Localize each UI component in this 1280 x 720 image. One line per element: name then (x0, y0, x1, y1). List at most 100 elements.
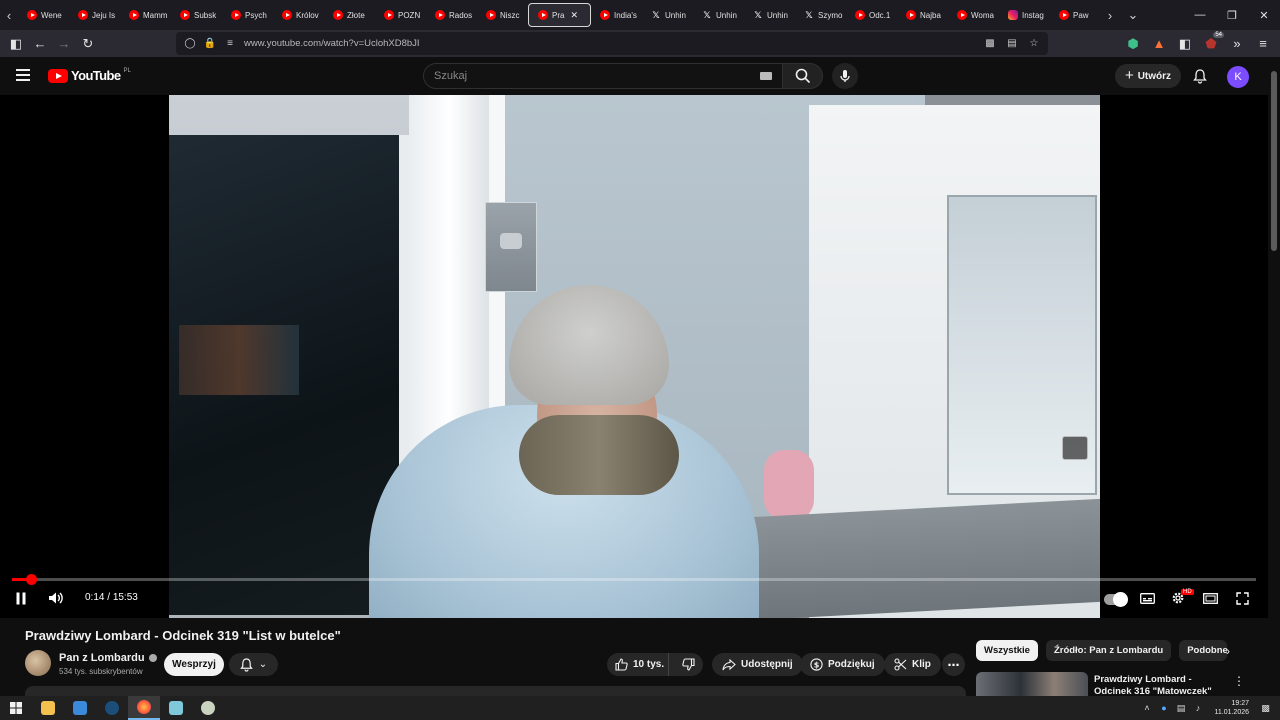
pause-button[interactable] (10, 586, 32, 610)
reload-icon[interactable]: ↻ (76, 30, 100, 57)
browser-tab[interactable]: Pra ✕ (528, 3, 591, 27)
hamburger-menu-icon[interactable]: ≡ (1252, 30, 1274, 57)
speaker-icon[interactable]: ♪ (1191, 702, 1204, 715)
more-actions-button[interactable]: ⋯ (942, 653, 965, 676)
tray-app-icon[interactable]: ● (1157, 702, 1170, 715)
youtube-logo[interactable]: YouTube PL (48, 68, 131, 83)
tracking-shield-icon[interactable]: ◯ (180, 38, 200, 49)
description-box[interactable] (25, 686, 966, 696)
subtitles-button[interactable] (1137, 586, 1157, 610)
recommended-menu-icon[interactable]: ⋮ (1233, 674, 1245, 688)
system-tray: ˄ ● ▤ ♪ 19:27 11.01.2026 ▩ (1140, 696, 1280, 720)
bookmark-star-icon[interactable]: ☆ (1024, 38, 1044, 49)
browser-tab[interactable]: India's (591, 3, 642, 27)
tabs-scroll-left-button[interactable]: ‹ (0, 0, 18, 30)
reader-view-icon[interactable]: ▤ (1002, 38, 1022, 49)
taskbar-app-5[interactable] (160, 696, 192, 720)
overflow-menu-icon[interactable]: » (1226, 30, 1248, 57)
browser-tab[interactable]: Woma (948, 3, 999, 27)
browser-tab[interactable]: Królov (273, 3, 324, 27)
taskbar-firefox[interactable] (128, 696, 160, 720)
browser-tab[interactable]: Odc.1 (846, 3, 897, 27)
close-tab-icon[interactable]: ✕ (570, 10, 578, 21)
browser-tab[interactable]: POZN (375, 3, 426, 27)
restore-icon[interactable]: ❐ (1216, 0, 1248, 30)
back-icon[interactable]: ← (28, 30, 52, 57)
taskbar-clock[interactable]: 19:27 11.01.2026 (1214, 699, 1249, 717)
tray-chevron-up-icon[interactable]: ˄ (1140, 702, 1153, 715)
progress-scrubber[interactable] (26, 574, 37, 585)
product-overlay-icon[interactable] (1062, 436, 1088, 460)
recommended-title[interactable]: Prawdziwy Lombard - Odcinek 316 "Matowcz… (1094, 674, 1219, 696)
support-button[interactable]: Wesprzyj (164, 653, 224, 676)
browser-tab[interactable]: Psych (222, 3, 273, 27)
fullscreen-button[interactable] (1232, 586, 1252, 610)
share-button[interactable]: Udostępnij (712, 653, 803, 676)
taskbar-remote-desktop[interactable] (64, 696, 96, 720)
browser-tab[interactable]: 𝕏 Unhin (744, 3, 795, 27)
taskbar-steam[interactable] (96, 696, 128, 720)
like-button[interactable]: 10 tys. (607, 653, 669, 676)
fox-extension-icon[interactable]: ▲ (1148, 30, 1170, 57)
picture-in-picture-icon[interactable]: ▩ (980, 38, 1000, 49)
chip-from-channel[interactable]: Źródło: Pan z Lombardu (1045, 640, 1172, 661)
guide-menu-icon[interactable] (16, 69, 30, 81)
notifications-button[interactable] (1190, 65, 1210, 87)
browser-tab[interactable]: 𝕏 Unhin (642, 3, 693, 27)
recommended-thumbnail[interactable] (976, 672, 1088, 696)
search-button[interactable] (783, 63, 823, 89)
taskbar-file-explorer[interactable] (32, 696, 64, 720)
browser-tab[interactable]: Rados (426, 3, 477, 27)
chips-next-icon[interactable]: › (1218, 640, 1238, 661)
notification-settings-button[interactable]: ⌄ (229, 653, 278, 676)
tab-list-dropdown-button[interactable]: ⌄ (1119, 0, 1147, 30)
forward-icon[interactable]: → (52, 30, 76, 57)
shield-extension-icon[interactable]: ⬢ (1122, 30, 1144, 57)
browser-tab[interactable]: Instag (999, 3, 1050, 27)
progress-bar[interactable] (12, 574, 1256, 585)
voice-search-button[interactable] (832, 63, 858, 89)
tabs-scroll-right-button[interactable]: › (1101, 0, 1119, 30)
network-icon[interactable]: ▤ (1174, 702, 1187, 715)
notifications-center-icon[interactable]: ▩ (1259, 702, 1272, 715)
browser-tab[interactable]: 𝕏 Szymo (795, 3, 846, 27)
channel-avatar[interactable] (25, 650, 51, 676)
create-button[interactable]: + Utwórz (1115, 64, 1181, 88)
browser-tab[interactable]: Mamm (120, 3, 171, 27)
taskbar-app-6[interactable] (192, 696, 224, 720)
browser-tab[interactable]: Jeju Is (69, 3, 120, 27)
autoplay-toggle[interactable] (1104, 592, 1128, 607)
clip-button[interactable]: Klip (884, 653, 941, 676)
thanks-button[interactable]: $ Podziękuj (800, 653, 885, 676)
video-player[interactable]: 0:14 / 15:53 HD (0, 95, 1268, 618)
browser-tab[interactable]: Najba (897, 3, 948, 27)
dislike-button[interactable] (674, 658, 703, 671)
browser-tab[interactable]: Wene (18, 3, 69, 27)
scrollbar-thumb[interactable] (1271, 71, 1277, 251)
browser-tab[interactable]: Niszc (477, 3, 528, 27)
volume-button[interactable] (45, 586, 67, 610)
app-icon (169, 701, 183, 715)
page-scrollbar[interactable] (1268, 57, 1280, 696)
permissions-icon[interactable]: ≡ (220, 38, 240, 49)
lock-icon[interactable]: 🔒 (200, 38, 220, 49)
search-input[interactable]: Szukaj (423, 63, 783, 89)
url-text[interactable]: www.youtube.com/watch?v=UclohXD8bJI (244, 38, 420, 49)
video-frame[interactable] (169, 95, 1100, 618)
keyboard-icon[interactable] (760, 72, 772, 80)
minimize-icon[interactable]: — (1184, 0, 1216, 30)
ublock-extension-icon[interactable]: ⬟ 54 (1200, 30, 1224, 57)
extensions-puzzle-icon[interactable]: ◧ (1174, 30, 1196, 57)
account-avatar[interactable]: K (1227, 66, 1249, 88)
close-window-icon[interactable]: ✕ (1248, 0, 1280, 30)
browser-tab[interactable]: Paw (1050, 3, 1101, 27)
channel-name-link[interactable]: Pan z Lombardu (59, 652, 157, 664)
theater-mode-button[interactable] (1200, 586, 1220, 610)
sidebar-toggle-icon[interactable]: ◧ (4, 30, 28, 57)
browser-tab[interactable]: Subsk (171, 3, 222, 27)
browser-tab[interactable]: Złote (324, 3, 375, 27)
browser-tab[interactable]: 𝕏 Unhin (693, 3, 744, 27)
chip-all[interactable]: Wszystkie (976, 640, 1038, 661)
start-button[interactable] (0, 696, 32, 720)
url-bar[interactable]: ◯ 🔒 ≡ www.youtube.com/watch?v=UclohXD8bJ… (176, 32, 1048, 55)
